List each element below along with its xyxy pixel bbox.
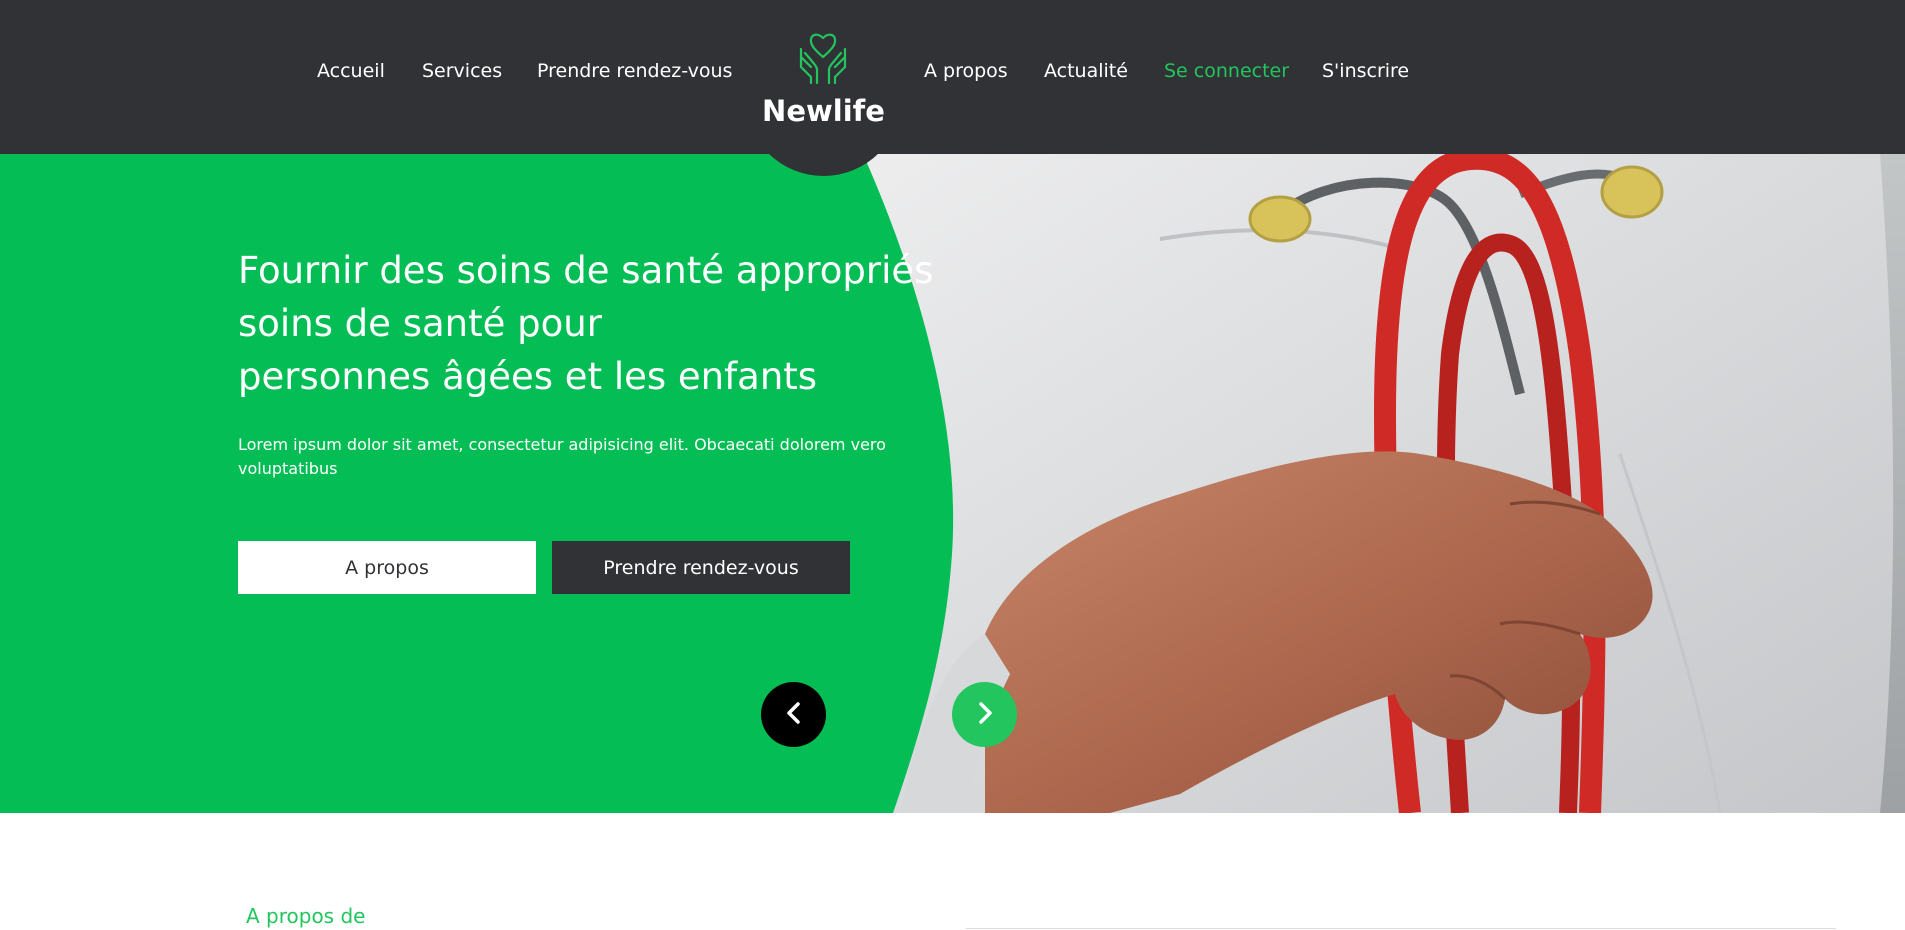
nav-link-services[interactable]: Services <box>422 60 502 82</box>
logo-text: Newlife <box>762 94 885 128</box>
hero-section: Fournir des soins de santé appropriés so… <box>0 154 1905 813</box>
slider-next-button[interactable] <box>952 682 1017 747</box>
section-divider <box>966 928 1836 929</box>
nav-link-accueil[interactable]: Accueil <box>317 60 385 82</box>
nav-link-a-propos[interactable]: A propos <box>924 60 1008 82</box>
hands-heart-icon <box>795 29 851 85</box>
chevron-left-icon <box>784 701 804 729</box>
nav-link-prendre-rendez-vous[interactable]: Prendre rendez-vous <box>537 60 732 82</box>
hero-description: Lorem ipsum dolor sit amet, consectetur … <box>238 435 886 478</box>
hero-title-line-1: Fournir des soins de santé appropriés <box>238 249 934 292</box>
nav-link-sinscrire[interactable]: S'inscrire <box>1322 60 1409 82</box>
slider-prev-button[interactable] <box>761 682 826 747</box>
chevron-right-icon <box>975 701 995 729</box>
hero-title-line-2: soins de santé pour <box>238 302 602 345</box>
hero-title: Fournir des soins de santé appropriés so… <box>238 244 934 403</box>
a-propos-button[interactable]: A propos <box>238 541 536 594</box>
nav-link-se-connecter[interactable]: Se connecter <box>1164 60 1289 82</box>
top-navigation-bar: Accueil Services Prendre rendez-vous A p… <box>0 0 1905 154</box>
hero-title-line-3: personnes âgées et les enfants <box>238 355 818 398</box>
about-section-label: A propos de <box>246 904 366 928</box>
nav-link-actualite[interactable]: Actualité <box>1044 60 1128 82</box>
prendre-rendez-vous-button[interactable]: Prendre rendez-vous <box>552 541 850 594</box>
logo-badge[interactable] <box>745 0 902 176</box>
